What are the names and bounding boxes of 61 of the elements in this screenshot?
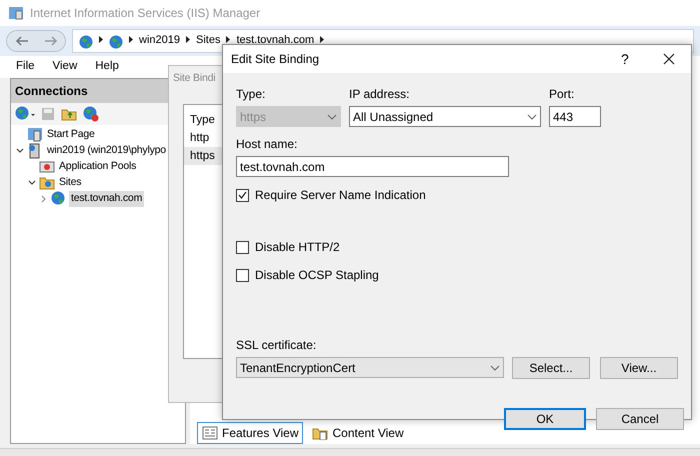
tree-item[interactable]: Application Pools	[57, 159, 138, 175]
checkbox-label: Disable OCSP Stapling	[255, 267, 379, 284]
connect-globe-icon[interactable]	[15, 106, 35, 122]
view-tab[interactable]: Features View	[197, 422, 304, 444]
check-icon	[238, 191, 247, 199]
features-view-icon	[202, 426, 218, 440]
application-pools-icon	[39, 159, 55, 175]
globe-icon	[79, 35, 93, 49]
forward-arrow-icon	[44, 35, 58, 47]
dialog-button[interactable]: OK	[504, 408, 586, 430]
expand-chevron-icon[interactable]	[28, 179, 36, 187]
dropdown[interactable]: All Unassigned	[349, 106, 541, 127]
iis-manager-icon	[8, 5, 24, 21]
field-label: SSL certificate:	[236, 337, 318, 354]
breadcrumb-arrow-icon	[98, 35, 104, 44]
tree-item[interactable]: Start Page	[45, 127, 97, 143]
checkbox-label: Disable HTTP/2	[255, 239, 340, 256]
caret-icon	[490, 364, 500, 370]
breadcrumb-arrow-icon	[184, 35, 191, 44]
breadcrumb-item[interactable]: win2019	[139, 32, 180, 48]
checkbox[interactable]	[236, 188, 249, 202]
field-label: Port:	[549, 86, 576, 103]
back-arrow-icon	[14, 35, 28, 47]
menu-item[interactable]: View	[52, 58, 78, 76]
breadcrumb-item[interactable]: Sites	[196, 32, 220, 48]
folder-up-icon[interactable]	[61, 107, 77, 121]
close-icon[interactable]	[663, 53, 675, 65]
caret-icon	[527, 114, 537, 120]
dialog-title: Edit Site Binding	[231, 51, 320, 68]
globe-icon	[109, 35, 123, 49]
checkbox-label: Require Server Name Indication	[255, 187, 426, 204]
dialog-button[interactable]: Select...	[512, 357, 590, 379]
field-label: IP address:	[349, 86, 410, 103]
sites-folder-icon	[39, 175, 55, 191]
port-field[interactable]: 443	[549, 106, 601, 127]
disconnect-icon[interactable]	[83, 106, 99, 122]
start-page-icon	[27, 127, 43, 143]
view-tab[interactable]: Content View	[307, 422, 409, 444]
dialog-button[interactable]: Cancel	[596, 408, 684, 430]
tree-item[interactable]: win2019 (win2019\phylypo	[45, 143, 168, 159]
checkbox[interactable]	[236, 268, 249, 282]
host-name-field[interactable]: test.tovnah.com	[236, 156, 509, 177]
dropdown[interactable]: TenantEncryptionCert	[236, 357, 504, 378]
breadcrumb-arrow-icon	[225, 35, 232, 44]
checkbox[interactable]	[236, 240, 249, 254]
field-label: Type:	[236, 86, 266, 103]
tree-item[interactable]: test.tovnah.com	[69, 191, 144, 207]
tree-item[interactable]: Sites	[57, 175, 84, 191]
dialog-button[interactable]: View...	[600, 357, 678, 379]
dropdown: https	[236, 106, 341, 127]
menu-item[interactable]: Help	[95, 58, 119, 76]
expand-chevron-icon[interactable]	[16, 147, 24, 155]
column-header: Type	[189, 112, 216, 128]
caret-icon	[327, 114, 337, 120]
menu-item[interactable]: File	[16, 58, 35, 76]
breadcrumb-arrow-icon	[128, 35, 134, 44]
globe-icon	[51, 191, 67, 207]
collapse-chevron-icon[interactable]	[40, 195, 48, 203]
field-label: Host name:	[236, 136, 298, 153]
breadcrumb-arrow-icon	[319, 35, 326, 44]
window-title: Internet Information Services (IIS) Manager	[30, 5, 260, 22]
